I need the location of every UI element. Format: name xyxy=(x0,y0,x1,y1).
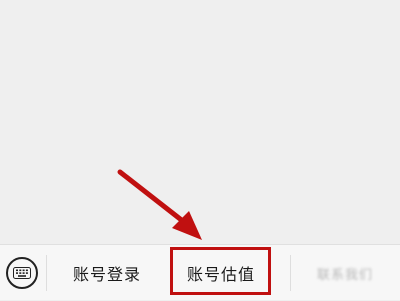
keyboard-toggle-button[interactable] xyxy=(6,257,38,289)
menu-item-contact-us[interactable]: 联系我们 xyxy=(296,245,394,301)
menu-item-label: 联系我们 xyxy=(316,267,373,283)
menu-item-account-valuation[interactable]: 账号估值 xyxy=(172,245,270,301)
chat-content-area xyxy=(0,0,400,244)
menu-divider xyxy=(290,255,291,291)
menu-item-label: 账号登录 xyxy=(72,265,141,284)
menu-divider xyxy=(46,255,47,291)
menu-item-account-login[interactable]: 账号登录 xyxy=(52,245,162,301)
menu-item-label: 账号估值 xyxy=(186,265,255,284)
keyboard-icon xyxy=(13,267,31,279)
bottom-menu-bar: 账号登录 账号估值 联系我们 xyxy=(0,244,400,300)
